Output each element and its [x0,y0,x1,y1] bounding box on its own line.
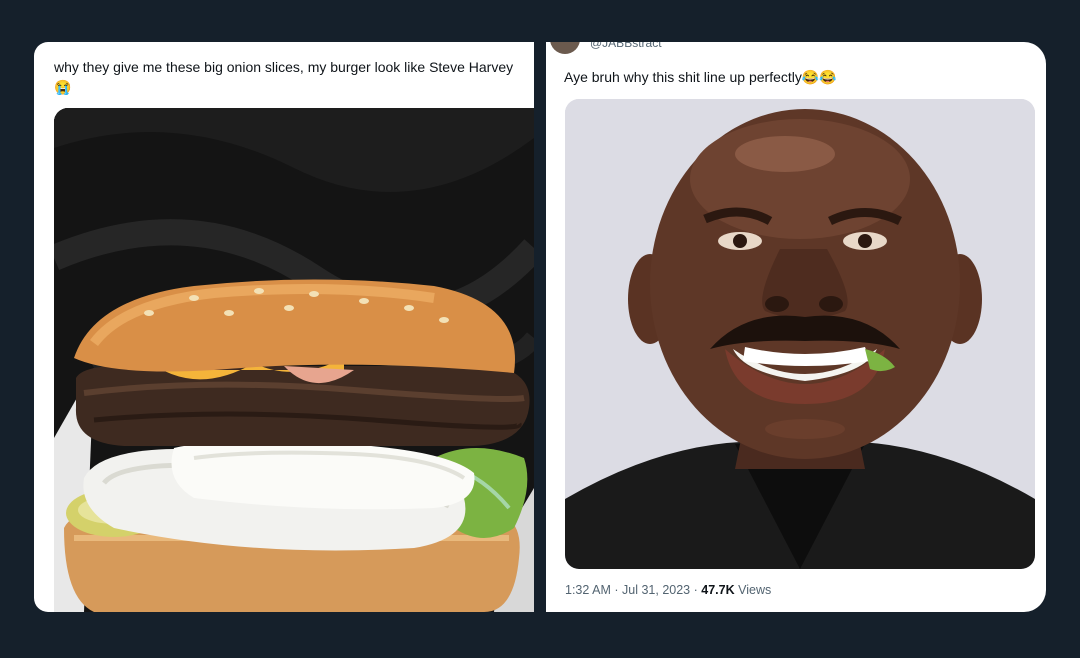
face-illustration [565,99,1035,569]
tweet-metadata: 1:32 AM · Jul 31, 2023 · 47.7K Views [565,583,771,597]
meta-separator: · [614,583,619,597]
crying-emoji: 😭 [54,79,72,95]
views-label: Views [738,583,772,597]
tweet-date[interactable]: Jul 31, 2023 [622,583,690,597]
meta-separator: · [693,583,698,597]
laughing-emoji: 😂😂 [801,69,837,85]
steve-harvey-photo[interactable] [565,99,1035,569]
right-tweet-text-body: Aye bruh why this shit line up perfectly [564,69,802,85]
views-count: 47.7K [701,583,735,597]
left-tweet-text: why they give me these big onion slices,… [54,57,534,97]
user-handle[interactable]: @JABBstract [590,42,662,50]
right-tweet-text: Aye bruh why this shit line up perfectly… [564,67,837,87]
avatar[interactable] [550,42,580,54]
right-tweet-card[interactable]: @JABBstract Aye bruh why this shit line … [546,42,1046,612]
burger-photo[interactable] [54,108,534,612]
tweet-time[interactable]: 1:32 AM [565,583,611,597]
left-tweet-card[interactable]: why they give me these big onion slices,… [34,42,534,612]
left-tweet-text-body: why they give me these big onion slices,… [54,59,514,75]
burger-illustration [54,108,534,612]
